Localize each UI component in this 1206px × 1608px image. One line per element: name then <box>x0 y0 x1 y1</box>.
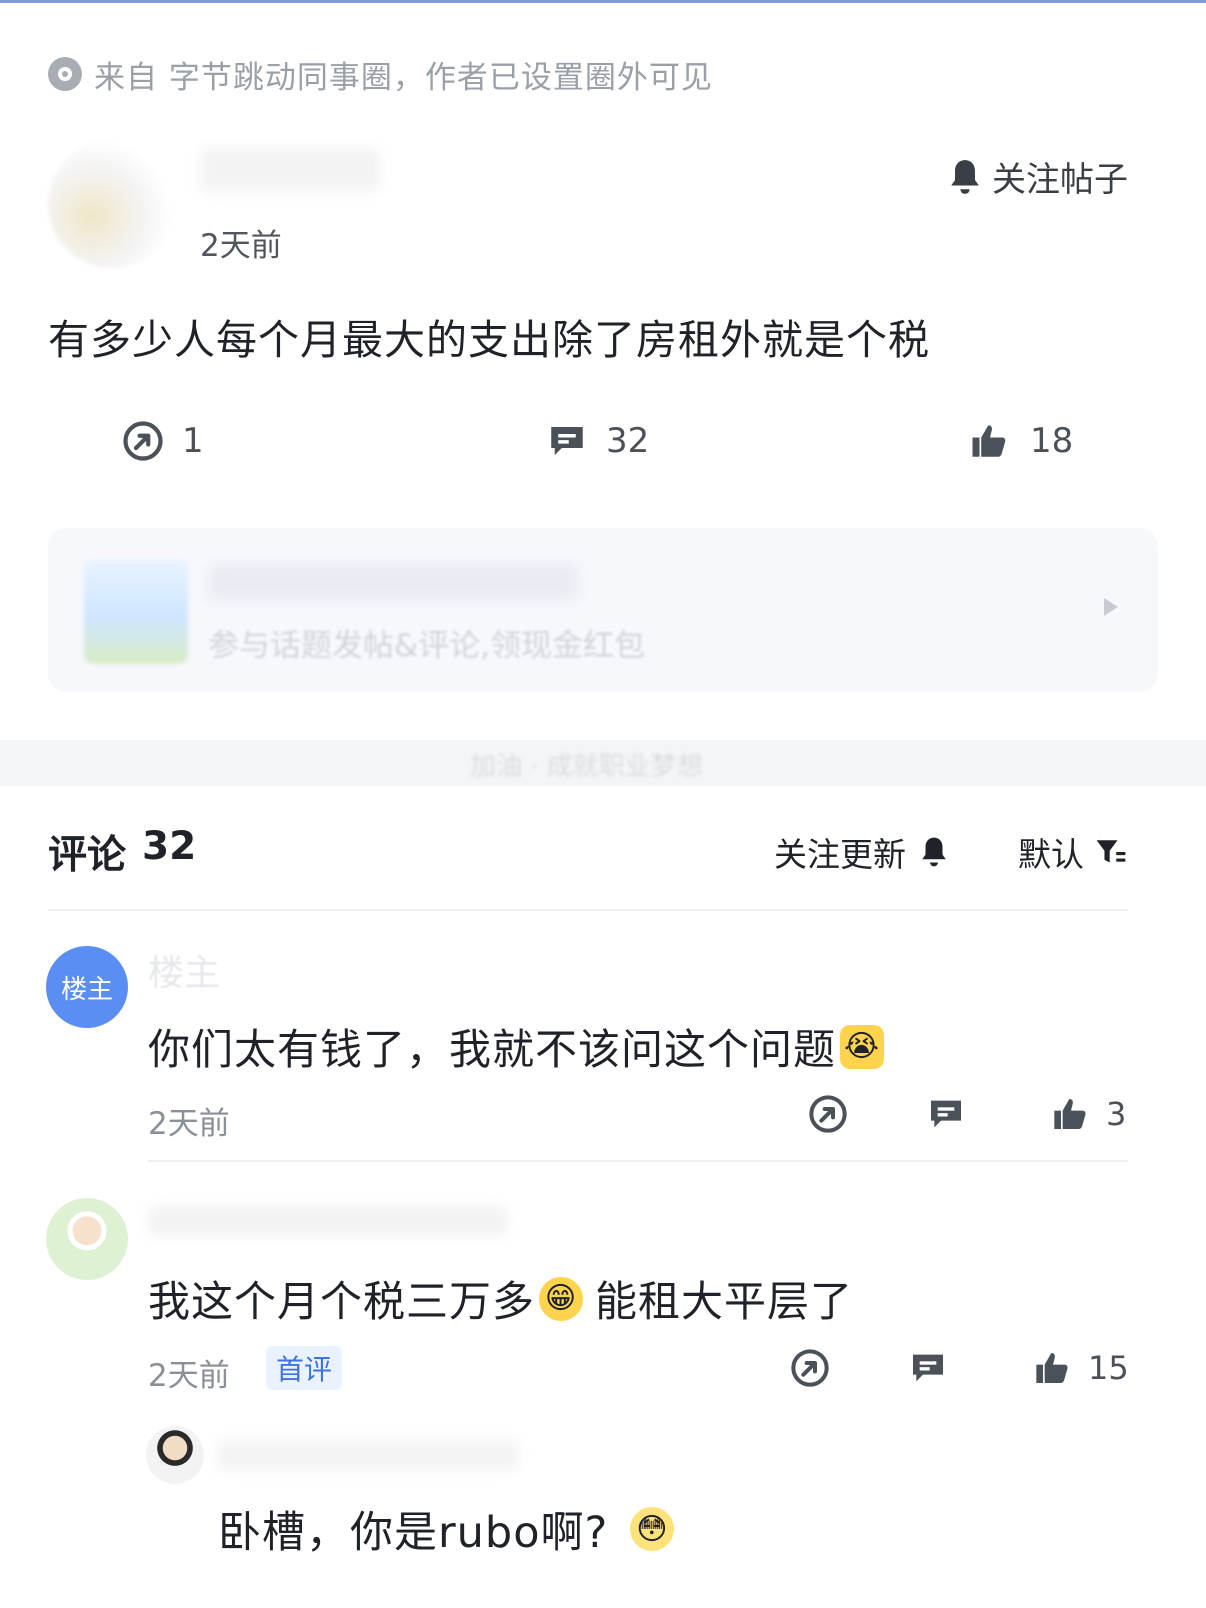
comment-text: 你们太有钱了，我就不该问这个问题 😭 <box>148 1016 885 1077</box>
reply-avatar[interactable] <box>146 1426 204 1484</box>
comment-icon <box>931 1100 961 1128</box>
repost-button[interactable]: 1 <box>122 420 204 462</box>
comment-button[interactable]: 32 <box>546 420 649 462</box>
comments-count: 32 <box>142 824 197 869</box>
comment-like-count: 3 <box>1106 1095 1127 1133</box>
reply-text: 卧槽，你是rubo啊? 😳 <box>218 1498 675 1560</box>
comment-like-count: 15 <box>1088 1349 1129 1387</box>
post-time: 2天前 <box>200 228 282 264</box>
topic-subtitle: 参与话题发帖&评论,领现金红包 <box>208 628 646 664</box>
share-icon <box>791 1349 829 1387</box>
divider-slogan: 加油 · 成就职业梦想 <box>470 752 703 782</box>
comment-like-button[interactable]: 15 <box>1032 1348 1129 1388</box>
divider <box>48 909 1128 911</box>
surprised-emoji-icon: 😳 <box>630 1507 675 1551</box>
reply-author-name-blurred <box>218 1440 518 1470</box>
thumbs-up-icon <box>972 425 1006 457</box>
comment-text-body: 你们太有钱了，我就不该问这个问题 <box>148 1025 837 1074</box>
comment-text-body: 我这个月个税三万多 <box>148 1277 536 1326</box>
host-avatar[interactable]: 楼主 <box>46 946 128 1028</box>
divider <box>148 1160 1128 1162</box>
follow-post-label: 关注帖子 <box>992 160 1128 200</box>
sort-label: 默认 <box>1018 835 1084 874</box>
grinning-emoji-icon: 😁 <box>539 1276 584 1321</box>
repost-count: 1 <box>182 421 204 461</box>
bell-icon <box>922 837 946 867</box>
circle-source[interactable]: 来自 字节跳动同事圈，作者已设置圈外可见 <box>48 54 713 96</box>
comment-text: 我这个月个税三万多 😁 能租大平层了 <box>148 1268 853 1329</box>
topic-banner[interactable]: 参与话题发帖&评论,领现金红包 <box>48 528 1158 692</box>
author-avatar[interactable] <box>48 140 176 268</box>
comment-icon <box>551 427 583 455</box>
comment-share-button[interactable] <box>808 1094 848 1134</box>
radio-icon <box>48 57 82 91</box>
comments-label: 评论 <box>48 833 127 878</box>
author-name-blurred <box>200 148 380 192</box>
thumbs-up-icon <box>1036 1353 1068 1383</box>
comment-like-button[interactable]: 3 <box>1050 1094 1126 1134</box>
comment-author-name-blurred <box>148 1206 508 1236</box>
follow-updates-button[interactable]: 关注更新 <box>774 828 950 876</box>
follow-updates-label: 关注更新 <box>774 835 906 874</box>
comment-share-button[interactable] <box>790 1348 830 1388</box>
comment-time: 2天前 <box>148 1358 230 1394</box>
thumbs-up-icon <box>1054 1099 1086 1129</box>
crying-emoji-icon: 😭 <box>840 1024 885 1069</box>
comment-time: 2天前 <box>148 1106 230 1142</box>
chevron-right-icon <box>1104 598 1118 616</box>
comment-text-tail: 能租大平层了 <box>595 1277 854 1326</box>
like-button[interactable]: 18 <box>968 420 1073 462</box>
top-accent-line <box>0 0 1206 3</box>
comment-author-name[interactable]: 楼主 <box>148 944 220 996</box>
follow-post-button[interactable]: 关注帖子 <box>946 152 1128 201</box>
topic-thumbnail <box>84 560 188 664</box>
share-icon <box>809 1095 847 1133</box>
share-icon <box>123 421 163 461</box>
host-avatar-label: 楼主 <box>60 974 113 1005</box>
like-count: 18 <box>1030 421 1074 461</box>
comment-reply-button[interactable] <box>908 1348 948 1388</box>
sort-dropdown[interactable]: 默认 <box>1018 828 1128 876</box>
comment-icon <box>913 1354 943 1382</box>
source-text: 来自 字节跳动同事圈，作者已设置圈外可见 <box>94 59 713 96</box>
reply-text-body: 卧槽，你是rubo啊? <box>218 1508 609 1558</box>
first-comment-badge: 首评 <box>266 1346 343 1390</box>
comment-count: 32 <box>606 421 650 461</box>
comment-reply-button[interactable] <box>926 1094 966 1134</box>
post-title: 有多少人每个月最大的支出除了房租外就是个税 <box>48 316 930 364</box>
bell-icon <box>951 159 979 194</box>
topic-title-blurred <box>208 564 578 600</box>
comments-title: 评论 32 <box>48 824 196 880</box>
filter-icon <box>1096 840 1126 863</box>
commenter-avatar[interactable] <box>46 1198 128 1280</box>
